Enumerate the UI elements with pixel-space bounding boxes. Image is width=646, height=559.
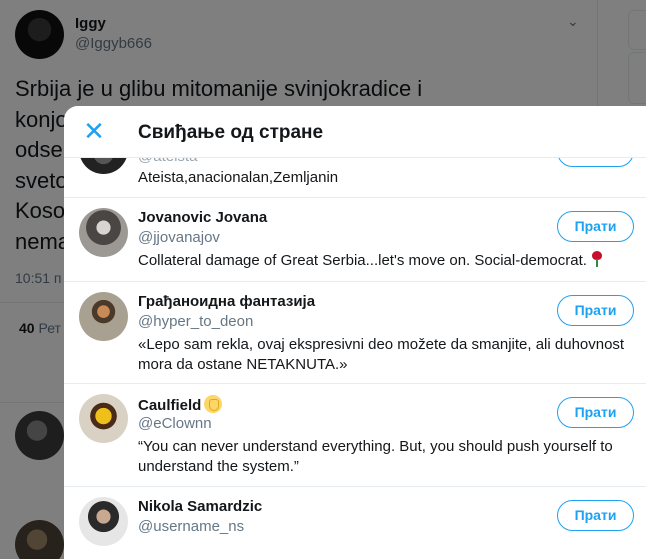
user-name[interactable]: Caulfield (138, 395, 223, 414)
follow-button[interactable]: Прати (557, 211, 634, 242)
user-list: @ateista Ateista,anacionalan,Zemljanin J… (64, 125, 646, 559)
modal-title: Свиђање од стране (138, 122, 324, 143)
user-avatar[interactable] (79, 497, 128, 546)
modal-header: ✕ Свиђање од стране (64, 106, 646, 158)
user-row[interactable]: Caulfield @eClownn Прати “You can never … (64, 384, 646, 487)
follow-button[interactable]: Прати (557, 397, 634, 428)
user-row[interactable]: Jovanovic Jovana @jjovanajov Прати Colla… (64, 198, 646, 282)
user-avatar[interactable] (79, 292, 128, 341)
user-avatar[interactable] (79, 394, 128, 443)
user-handle[interactable]: @hyper_to_deon (138, 313, 253, 330)
user-handle[interactable]: @username_ns (138, 518, 244, 535)
user-row[interactable]: Грађаноидна фантазија @hyper_to_deon Пра… (64, 282, 646, 384)
user-bio: “You can never understand everything. Bu… (138, 438, 613, 475)
user-bio-text: Collateral damage of Great Serbia...let'… (138, 252, 587, 269)
liked-by-modal: ✕ Свиђање од стране @ateista Ateista,ana… (64, 106, 646, 559)
user-avatar[interactable] (79, 208, 128, 257)
user-bio: Ateista,anacionalan,Zemljanin (138, 169, 339, 186)
user-bio: «Lepo sam rekla, ovaj ekspresivni deo mo… (138, 336, 625, 373)
user-name-text: Caulfield (138, 397, 202, 414)
close-icon[interactable]: ✕ (80, 118, 108, 146)
user-row[interactable]: @ateista Ateista,anacionalan,Zemljanin (64, 125, 646, 198)
user-name[interactable]: Грађаноидна фантазија (138, 293, 315, 310)
user-name[interactable]: Jovanovic Jovana (138, 209, 267, 226)
user-bio: Collateral damage of Great Serbia...let'… (138, 251, 633, 271)
raised-fist-icon (204, 395, 223, 413)
user-name[interactable]: Nikola Samardzic (138, 498, 262, 515)
user-handle[interactable]: @jjovanajov (138, 229, 220, 246)
rose-icon (591, 251, 603, 267)
follow-button[interactable]: Прати (557, 500, 634, 531)
follow-button[interactable]: Прати (557, 295, 634, 326)
user-handle[interactable]: @eClownn (138, 415, 212, 432)
user-row[interactable]: Nikola Samardzic @username_ns Прати (64, 487, 646, 559)
